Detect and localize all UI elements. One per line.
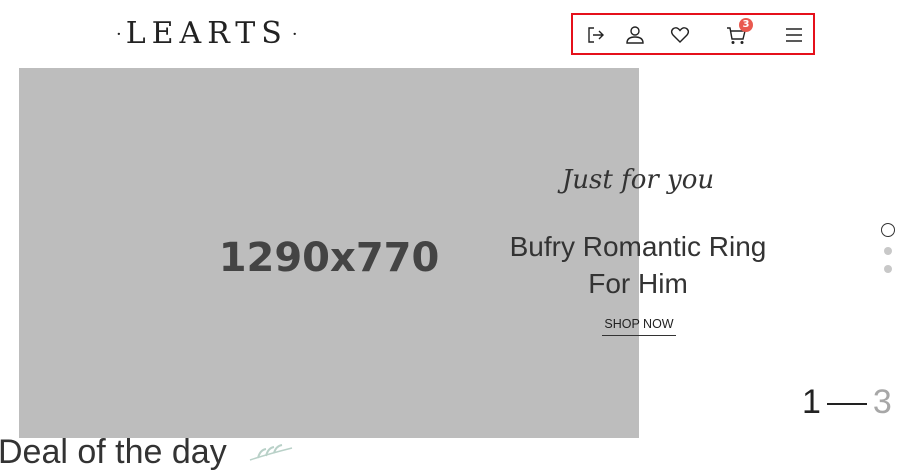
- section-title: Deal of the day: [0, 432, 294, 472]
- leaf-decoration-icon: [249, 444, 293, 461]
- slide-current: 1: [802, 383, 821, 421]
- logout-button[interactable]: [585, 24, 607, 46]
- hero-headline-line2: For Him: [588, 268, 688, 299]
- cart-count-badge: 3: [739, 18, 753, 32]
- logout-icon: [588, 27, 604, 43]
- hero-headline: Bufry Romantic Ring For Him: [488, 228, 788, 302]
- slide-counter-divider: [826, 403, 867, 406]
- hero-tagline: Just for you: [561, 165, 715, 195]
- shop-now-link[interactable]: SHOP NOW: [602, 317, 676, 336]
- slide-counter: 13: [802, 378, 892, 426]
- menu-icon: [786, 28, 802, 42]
- site-logo[interactable]: · LEARTS ·: [112, 14, 302, 54]
- slide-dot-2[interactable]: [884, 247, 892, 255]
- slide-dot-3[interactable]: [884, 265, 892, 273]
- slide-dot-1[interactable]: [881, 223, 895, 237]
- user-icon: [626, 26, 644, 44]
- heart-icon: [670, 27, 690, 43]
- logo-text: LEARTS: [125, 16, 288, 51]
- header-toolbar: 3: [571, 13, 815, 55]
- account-button[interactable]: [624, 24, 646, 46]
- cart-button[interactable]: 3: [725, 18, 753, 46]
- slide-total: 3: [872, 383, 892, 421]
- wishlist-button[interactable]: [669, 24, 691, 46]
- hero-headline-line1: Bufry Romantic Ring: [509, 231, 767, 262]
- logo-dot-left: ·: [116, 24, 122, 45]
- slider-pagination-dots: [879, 221, 897, 273]
- menu-button[interactable]: [783, 24, 805, 46]
- logo-dot-right: ·: [291, 24, 298, 45]
- deal-of-the-day-title: Deal of the day: [0, 433, 227, 471]
